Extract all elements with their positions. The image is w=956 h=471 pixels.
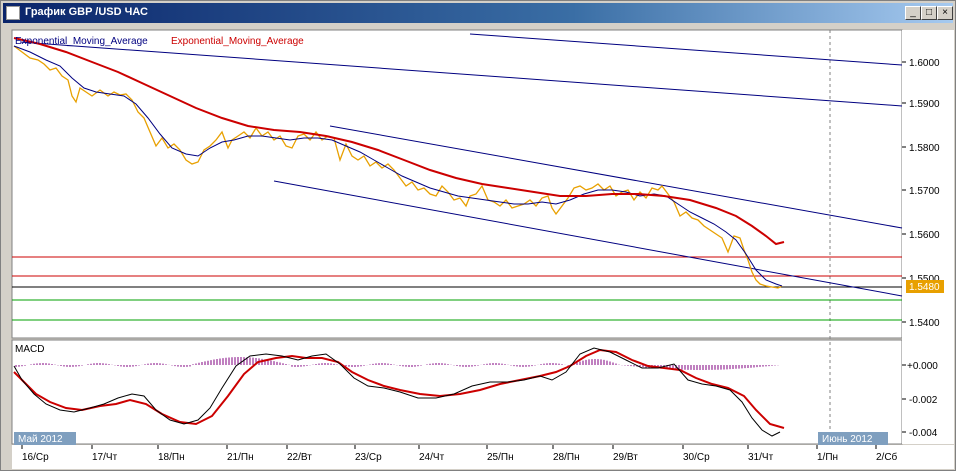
time-tick: 23/Ср <box>355 452 382 463</box>
time-tick: 2/Сб <box>876 451 898 463</box>
time-tick: 22/Вт <box>287 452 312 463</box>
time-tick: 30/Ср <box>683 452 710 463</box>
current-price-label: 1.5480 <box>909 282 940 293</box>
price-tick: 1.5400 <box>909 318 940 329</box>
price-tick: 1.5600 <box>909 230 940 241</box>
time-axis <box>12 445 954 469</box>
time-tick: 25/Пн <box>487 452 514 463</box>
price-tick: 1.5700 <box>909 186 940 197</box>
month-label-right: Июнь 2012 <box>822 434 873 445</box>
price-tick: 1.6000 <box>909 58 940 69</box>
macd-tick: +0.000 <box>907 361 938 372</box>
time-tick: 21/Пн <box>227 452 254 463</box>
ema-legend-2: Exponential_Moving_Average <box>171 36 304 47</box>
main-chart-panel[interactable] <box>11 29 903 339</box>
time-tick: 28/Пн <box>553 452 580 463</box>
macd-tick: -0.004 <box>909 428 938 439</box>
ema-legend-1: Exponential_Moving_Average <box>15 36 148 47</box>
time-tick: 16/Ср <box>22 452 49 463</box>
time-tick: 31/Чт <box>748 452 774 463</box>
macd-label: MACD <box>15 344 44 355</box>
price-tick: 1.5800 <box>909 143 940 154</box>
month-label-left: Май 2012 <box>18 434 63 445</box>
time-tick: 24/Чт <box>419 452 445 463</box>
time-tick: 17/Чт <box>92 452 118 463</box>
time-tick: 18/Пн <box>158 452 185 463</box>
time-tick: 29/Вт <box>613 452 638 463</box>
price-tick: 1.5900 <box>909 99 940 110</box>
macd-panel[interactable] <box>11 339 903 445</box>
chart-svg[interactable]: Exponential_Moving_Average Exponential_M… <box>0 0 956 471</box>
macd-tick: -0.002 <box>909 395 938 406</box>
time-tick: 1/Пн <box>817 452 838 463</box>
